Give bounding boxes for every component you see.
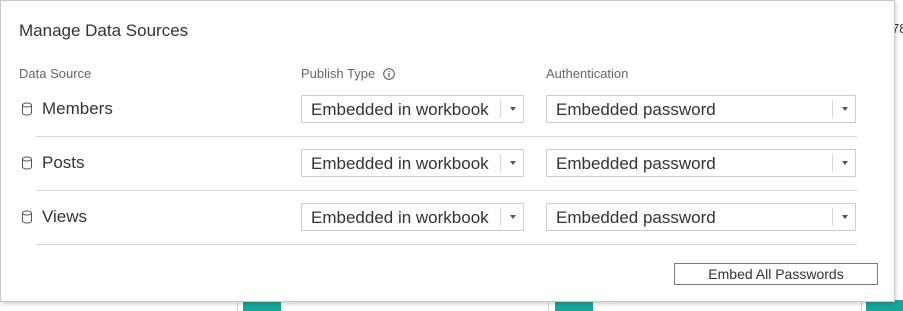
database-icon <box>22 210 32 224</box>
column-header-publish-type-label: Publish Type <box>301 66 376 81</box>
publish-type-value: Embedded in workbook <box>311 100 489 119</box>
select-separator <box>500 208 501 226</box>
publish-type-value: Embedded in workbook <box>311 154 489 173</box>
select-separator <box>500 154 501 172</box>
authentication-value: Embedded password <box>556 208 716 227</box>
row-divider <box>36 244 857 245</box>
chevron-down-icon <box>510 161 516 165</box>
manage-data-sources-dialog: Manage Data Sources Data Source Publish … <box>0 0 895 302</box>
authentication-select[interactable]: Embedded password <box>546 203 856 231</box>
dialog-title: Manage Data Sources <box>19 21 189 40</box>
select-separator <box>832 208 833 226</box>
data-source-row: Members Embedded in workbook Embedded pa… <box>1 83 896 137</box>
data-source-name: Members <box>42 99 113 118</box>
authentication-value: Embedded password <box>556 154 716 173</box>
publish-type-select[interactable]: Embedded in workbook <box>301 149 524 177</box>
data-source-name: Posts <box>42 153 85 172</box>
database-icon <box>22 102 32 116</box>
chevron-down-icon <box>842 161 848 165</box>
authentication-select[interactable]: Embedded password <box>546 95 856 123</box>
chevron-down-icon <box>510 107 516 111</box>
select-separator <box>832 100 833 118</box>
column-header-authentication-label: Authentication <box>546 66 629 81</box>
authentication-value: Embedded password <box>556 100 716 119</box>
info-circle-icon[interactable] <box>383 67 396 80</box>
publish-type-value: Embedded in workbook <box>311 208 489 227</box>
authentication-select[interactable]: Embedded password <box>546 149 856 177</box>
embed-all-passwords-button[interactable]: Embed All Passwords <box>674 263 878 285</box>
database-icon <box>22 156 32 170</box>
chevron-down-icon <box>842 107 848 111</box>
select-separator <box>500 100 501 118</box>
publish-type-select[interactable]: Embedded in workbook <box>301 95 524 123</box>
publish-type-select[interactable]: Embedded in workbook <box>301 203 524 231</box>
data-source-row: Views Embedded in workbook Embedded pass… <box>1 191 896 245</box>
column-header-authentication: Authentication <box>546 66 628 81</box>
column-header-data-source-label: Data Source <box>19 66 92 81</box>
select-separator <box>832 154 833 172</box>
chevron-down-icon <box>510 215 516 219</box>
data-source-name: Views <box>42 207 88 226</box>
data-source-row: Posts Embedded in workbook Embedded pass… <box>1 137 896 191</box>
column-header-publish-type: Publish Type <box>301 66 396 81</box>
chevron-down-icon <box>842 215 848 219</box>
column-header-data-source: Data Source <box>19 66 91 81</box>
